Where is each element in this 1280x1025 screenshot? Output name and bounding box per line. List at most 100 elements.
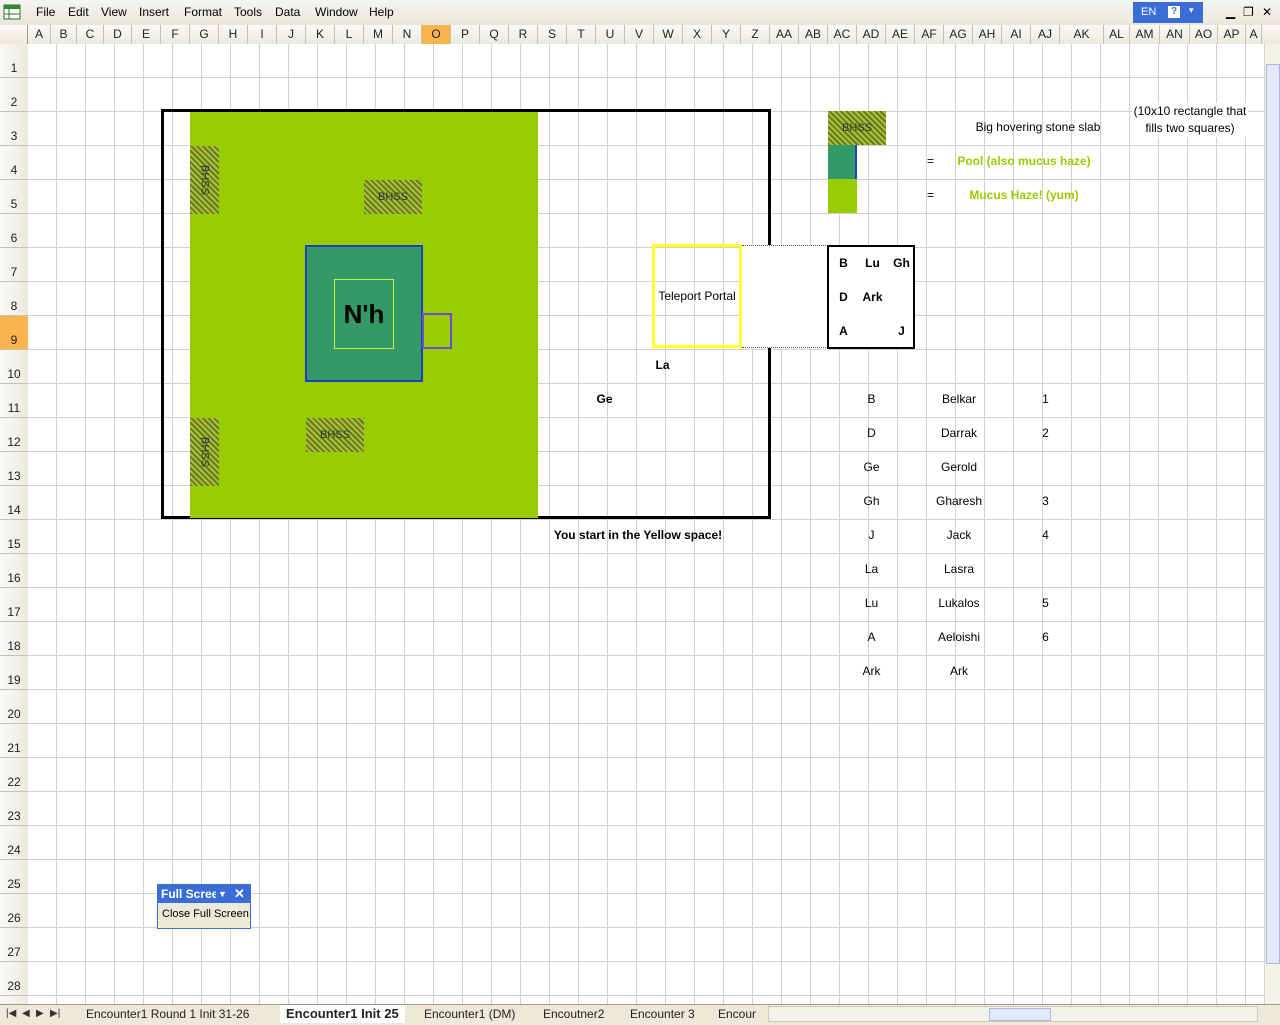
column-header[interactable]: J: [277, 25, 306, 44]
row-header[interactable]: 10: [0, 350, 28, 384]
column-header[interactable]: AC: [828, 25, 857, 44]
menu-file[interactable]: File: [36, 6, 55, 19]
column-header[interactable]: AE: [886, 25, 915, 44]
column-header[interactable]: S: [538, 25, 567, 44]
row-header[interactable]: 3: [0, 112, 28, 146]
horizontal-scroll-thumb[interactable]: [989, 1008, 1051, 1021]
column-header[interactable]: AJ: [1031, 25, 1060, 44]
column-header[interactable]: A: [28, 25, 51, 44]
column-header[interactable]: F: [161, 25, 190, 44]
row-header[interactable]: 16: [0, 554, 28, 588]
column-header[interactable]: AK: [1060, 25, 1104, 44]
sheet-tab[interactable]: Encour: [712, 1005, 762, 1023]
column-header[interactable]: AO: [1190, 25, 1218, 44]
toolbar-title-bar[interactable]: Full Screen ▼ ✕: [158, 885, 250, 903]
column-header[interactable]: A: [1246, 25, 1262, 44]
row-header[interactable]: 11: [0, 384, 28, 418]
horizontal-scrollbar[interactable]: [768, 1006, 1258, 1022]
column-header[interactable]: AF: [915, 25, 944, 44]
row-header[interactable]: 5: [0, 180, 28, 214]
menu-view[interactable]: View: [101, 6, 127, 19]
column-header[interactable]: AN: [1160, 25, 1190, 44]
menu-edit[interactable]: Edit: [68, 6, 89, 19]
column-header[interactable]: G: [190, 25, 219, 44]
row-header[interactable]: 19: [0, 656, 28, 690]
sheet-tab[interactable]: Encounter1 Round 1 Init 31-26: [80, 1005, 255, 1023]
column-header[interactable]: H: [219, 25, 248, 44]
menu-window[interactable]: Window: [315, 6, 358, 19]
menu-help[interactable]: Help: [369, 6, 394, 19]
column-header[interactable]: AB: [799, 25, 828, 44]
select-all-corner[interactable]: [0, 25, 28, 44]
column-header[interactable]: AD: [857, 25, 886, 44]
prev-sheet-icon[interactable]: ◀: [22, 1008, 30, 1019]
row-header[interactable]: 9: [0, 316, 28, 350]
excel-app-icon[interactable]: [3, 3, 21, 21]
next-sheet-icon[interactable]: ▶: [36, 1008, 44, 1019]
spreadsheet-grid[interactable]: BHSS BHSS BHSS BHSS N'h Teleport Portal …: [28, 44, 1264, 1004]
column-header[interactable]: P: [451, 25, 480, 44]
column-header[interactable]: L: [335, 25, 364, 44]
row-header[interactable]: 25: [0, 860, 28, 894]
sheet-tab-active[interactable]: Encounter1 Init 25: [280, 1005, 405, 1023]
row-header[interactable]: 27: [0, 928, 28, 962]
last-sheet-icon[interactable]: ▶|: [50, 1008, 60, 1019]
row-header[interactable]: 7: [0, 248, 28, 282]
menu-insert[interactable]: Insert: [139, 6, 169, 19]
row-header[interactable]: 21: [0, 724, 28, 758]
row-header[interactable]: 13: [0, 452, 28, 486]
close-icon[interactable]: ✕: [234, 885, 245, 903]
column-header[interactable]: E: [132, 25, 161, 44]
column-header[interactable]: AL: [1104, 25, 1130, 44]
menu-data[interactable]: Data: [275, 6, 300, 19]
menu-tools[interactable]: Tools: [234, 6, 262, 19]
row-header[interactable]: 4: [0, 146, 28, 180]
column-header[interactable]: T: [567, 25, 596, 44]
column-header[interactable]: U: [596, 25, 625, 44]
full-screen-toolbar[interactable]: Full Screen ▼ ✕ Close Full Screen: [157, 884, 251, 929]
column-header[interactable]: Z: [741, 25, 770, 44]
column-header[interactable]: I: [248, 25, 277, 44]
row-header[interactable]: 14: [0, 486, 28, 520]
sheet-tab[interactable]: Encounter1 (DM): [418, 1005, 521, 1023]
column-header[interactable]: N: [393, 25, 422, 44]
vertical-scroll-thumb[interactable]: [1266, 64, 1280, 964]
column-header[interactable]: M: [364, 25, 393, 44]
chevron-down-icon[interactable]: ▼: [218, 885, 227, 903]
column-header[interactable]: AI: [1002, 25, 1031, 44]
sheet-tab[interactable]: Encoutner2: [537, 1005, 610, 1023]
menu-format[interactable]: Format: [184, 6, 222, 19]
pool-selection-marker[interactable]: [422, 313, 452, 349]
close-full-screen-button[interactable]: Close Full Screen: [162, 908, 249, 920]
column-header[interactable]: AG: [944, 25, 973, 44]
row-header[interactable]: 17: [0, 588, 28, 622]
minimize-icon[interactable]: ▁: [1226, 5, 1235, 19]
row-header[interactable]: 2: [0, 78, 28, 112]
row-header[interactable]: 22: [0, 758, 28, 792]
close-icon[interactable]: ✕: [1262, 5, 1272, 19]
column-header[interactable]: AM: [1130, 25, 1160, 44]
row-header[interactable]: 8: [0, 282, 28, 316]
column-header[interactable]: B: [51, 25, 77, 44]
row-header[interactable]: 6: [0, 214, 28, 248]
column-header[interactable]: AH: [973, 25, 1002, 44]
row-header[interactable]: 24: [0, 826, 28, 860]
row-header[interactable]: 20: [0, 690, 28, 724]
row-header[interactable]: 15: [0, 520, 28, 554]
column-header[interactable]: D: [104, 25, 132, 44]
help-icon[interactable]: ?: [1168, 6, 1180, 18]
column-header[interactable]: V: [625, 25, 654, 44]
first-sheet-icon[interactable]: |◀: [6, 1008, 16, 1019]
row-header[interactable]: 12: [0, 418, 28, 452]
column-header[interactable]: Y: [712, 25, 741, 44]
language-indicator[interactable]: EN: [1141, 6, 1156, 18]
column-header[interactable]: O: [422, 25, 451, 44]
restore-icon[interactable]: ❐: [1243, 5, 1254, 19]
column-header[interactable]: AA: [770, 25, 799, 44]
vertical-scrollbar[interactable]: [1264, 44, 1280, 1004]
language-bar[interactable]: EN ? ▾: [1133, 2, 1203, 23]
column-header[interactable]: AP: [1218, 25, 1246, 44]
row-header[interactable]: 18: [0, 622, 28, 656]
column-header[interactable]: W: [654, 25, 683, 44]
column-header[interactable]: C: [77, 25, 104, 44]
